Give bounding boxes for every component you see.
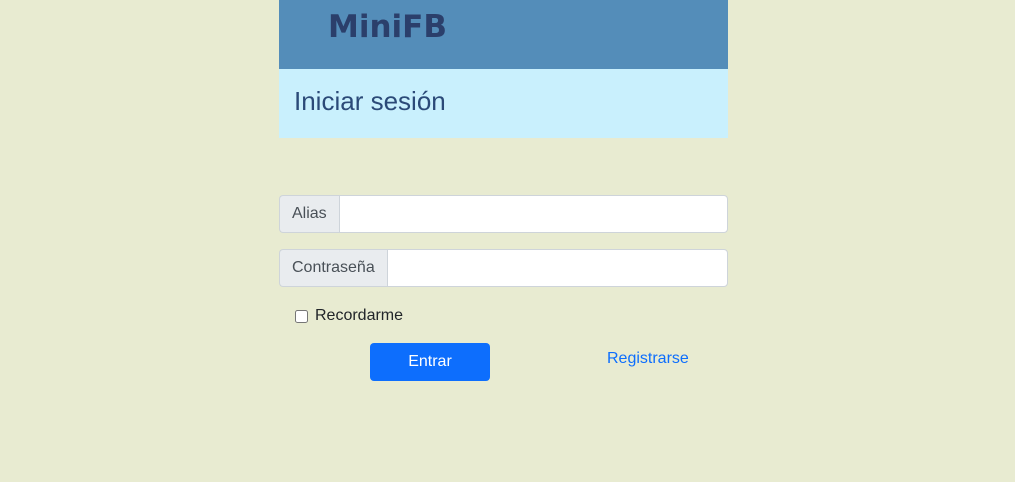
remember-label: Recordarme — [315, 307, 404, 324]
login-card: MiniFB Iniciar sesión Alias Contraseña R… — [279, 0, 728, 381]
alias-label: Alias — [279, 195, 339, 233]
alias-input[interactable] — [338, 195, 728, 233]
password-label: Contraseña — [279, 249, 387, 287]
title-bar: Iniciar sesión — [279, 69, 728, 138]
page-title: Iniciar sesión — [294, 86, 446, 116]
password-input-group: Contraseña — [279, 249, 728, 287]
register-link[interactable]: Registrarse — [607, 349, 689, 369]
password-input[interactable] — [386, 249, 728, 287]
brand-bar: MiniFB — [279, 0, 728, 69]
remember-checkbox[interactable] — [295, 309, 308, 323]
alias-input-group: Alias — [279, 195, 728, 233]
login-button[interactable]: Entrar — [370, 343, 490, 381]
brand-logo[interactable]: MiniFB — [328, 7, 447, 47]
remember-me[interactable]: Recordarme — [295, 306, 403, 326]
